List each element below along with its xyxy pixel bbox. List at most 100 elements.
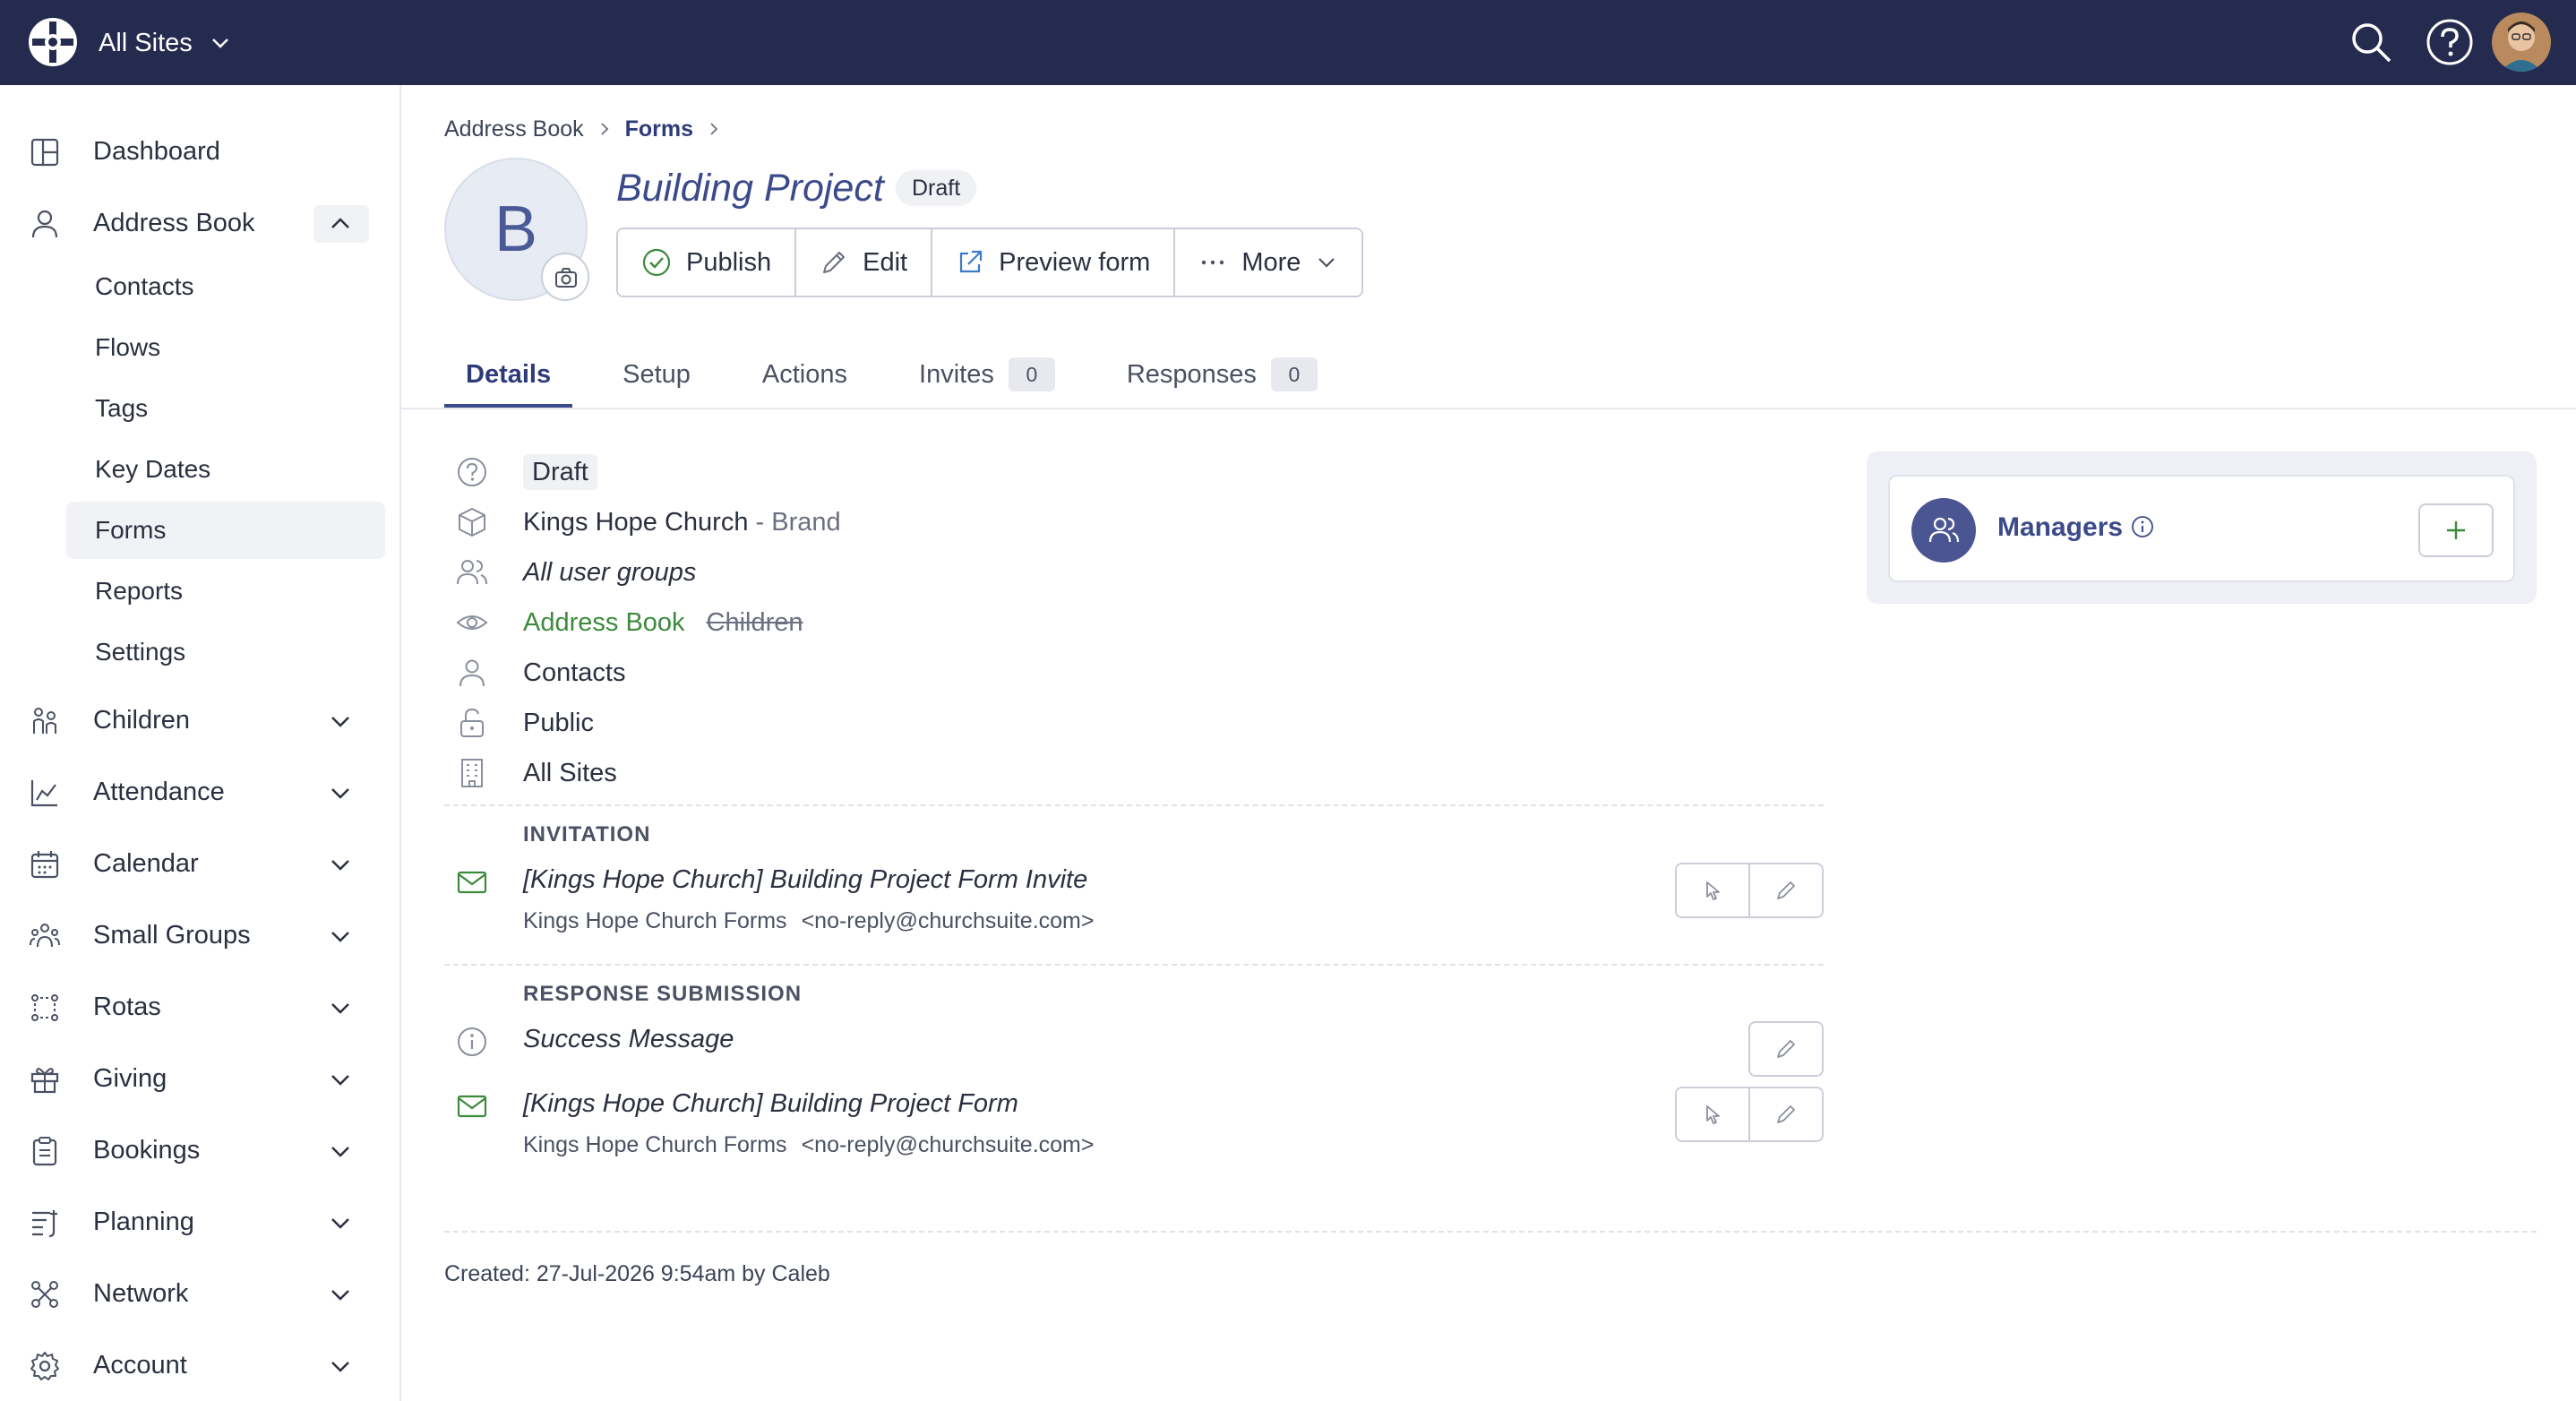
sidebar-subitem-settings[interactable]: Settings bbox=[66, 623, 385, 681]
chevron-right-icon bbox=[601, 123, 608, 135]
breadcrumb-forms[interactable]: Forms bbox=[625, 116, 693, 142]
site-selector[interactable]: All Sites bbox=[99, 22, 232, 64]
sidebar-item-calendar[interactable]: Calendar bbox=[0, 835, 399, 892]
sidebar-item-network[interactable]: Network bbox=[0, 1265, 399, 1322]
success-message-edit-button[interactable] bbox=[1750, 1023, 1822, 1075]
tab-details[interactable]: Details bbox=[444, 340, 573, 408]
tab-actions[interactable]: Actions bbox=[741, 340, 869, 408]
pencil-icon bbox=[1777, 1105, 1795, 1123]
check-circle-icon bbox=[642, 248, 671, 277]
invitation-edit-button[interactable] bbox=[1750, 864, 1822, 916]
user-avatar[interactable] bbox=[2492, 13, 2551, 72]
created-info: Created: 27-Jul-2026 9:54am by Caleb bbox=[444, 1261, 830, 1286]
help-icon[interactable] bbox=[2424, 16, 2476, 68]
sidebar-item-bookings[interactable]: Bookings bbox=[0, 1122, 399, 1179]
sidebar-subitem-forms[interactable]: Forms bbox=[66, 502, 385, 559]
module-value: Contacts bbox=[523, 658, 626, 687]
sidebar-item-children[interactable]: Children bbox=[0, 692, 399, 749]
pencil-icon bbox=[1777, 881, 1795, 899]
chevron-down-icon bbox=[1318, 258, 1335, 268]
publish-button[interactable]: Publish bbox=[618, 229, 797, 296]
chevron-down-icon bbox=[331, 1147, 349, 1157]
pencil-icon bbox=[1777, 1040, 1795, 1058]
unlock-icon bbox=[460, 708, 484, 737]
add-manager-button[interactable] bbox=[2418, 503, 2494, 557]
eye-icon bbox=[456, 615, 488, 630]
sidebar-subitem-reports[interactable]: Reports bbox=[66, 563, 385, 620]
access-value: Public bbox=[523, 709, 594, 737]
response-email-preview-button[interactable] bbox=[1677, 1088, 1750, 1140]
invitation-heading: INVITATION bbox=[523, 822, 651, 847]
tab-count-badge: 0 bbox=[1270, 357, 1318, 391]
response-submission-heading: RESPONSE SUBMISSION bbox=[523, 982, 803, 1006]
sidebar-item-small-groups[interactable]: Small Groups bbox=[0, 907, 399, 964]
envelope-icon bbox=[457, 871, 487, 894]
success-message-actions bbox=[1748, 1021, 1824, 1077]
sidebar-item-planning[interactable]: Planning bbox=[0, 1193, 399, 1251]
tab-bar: Details Setup Actions Invites 0 Responses… bbox=[444, 340, 1368, 408]
top-bar: All Sites bbox=[0, 0, 2576, 85]
change-photo-button[interactable] bbox=[541, 253, 589, 301]
edit-label: Edit bbox=[863, 247, 908, 277]
sidebar-item-attendance[interactable]: Attendance bbox=[0, 763, 399, 821]
sites-value: All Sites bbox=[523, 759, 617, 787]
sidebar-subitem-key-dates[interactable]: Key Dates bbox=[66, 441, 385, 498]
chevron-down-icon bbox=[331, 932, 349, 942]
sidebar-subitem-tags[interactable]: Tags bbox=[66, 380, 385, 437]
tab-label: Invites bbox=[919, 359, 994, 389]
search-icon[interactable] bbox=[2345, 16, 2397, 68]
sidebar-item-giving[interactable]: Giving bbox=[0, 1050, 399, 1107]
sidebar-item-label: Children bbox=[93, 706, 190, 735]
response-email-sender: Kings Hope Church Forms <no-reply@churchs… bbox=[523, 1132, 1094, 1158]
cube-icon bbox=[459, 508, 485, 537]
sidebar-item-label: Network bbox=[93, 1279, 189, 1308]
camera-icon bbox=[555, 268, 577, 288]
invitation-sender: Kings Hope Church Forms <no-reply@churchs… bbox=[523, 908, 1094, 934]
person-icon bbox=[31, 210, 58, 238]
sidebar-item-account[interactable]: Account bbox=[0, 1337, 399, 1394]
building-icon bbox=[461, 759, 483, 787]
chevron-down-icon bbox=[331, 1003, 349, 1014]
cursor-pointer-icon bbox=[1706, 881, 1720, 900]
tab-setup[interactable]: Setup bbox=[601, 340, 712, 408]
churchsuite-logo-icon[interactable] bbox=[27, 16, 79, 68]
dashboard-icon bbox=[30, 138, 59, 167]
info-icon[interactable] bbox=[2130, 514, 2155, 539]
response-email-edit-button[interactable] bbox=[1750, 1088, 1822, 1140]
sidebar-item-rotas[interactable]: Rotas bbox=[0, 978, 399, 1036]
response-from-email: <no-reply@churchsuite.com> bbox=[801, 1132, 1095, 1157]
section-divider bbox=[444, 964, 1824, 966]
chevron-down-icon bbox=[211, 39, 228, 48]
cursor-pointer-icon bbox=[1706, 1105, 1720, 1124]
edit-button[interactable]: Edit bbox=[796, 229, 933, 296]
sidebar-item-address-book[interactable]: Address Book bbox=[0, 194, 399, 252]
sidebar-subitem-flows[interactable]: Flows bbox=[66, 319, 385, 376]
invitation-preview-button[interactable] bbox=[1677, 864, 1750, 916]
sidebar-item-label: Giving bbox=[93, 1064, 167, 1093]
sidebar-item-dashboard[interactable]: Dashboard bbox=[0, 123, 399, 180]
tab-responses[interactable]: Responses 0 bbox=[1105, 340, 1339, 408]
gift-icon bbox=[30, 1068, 59, 1094]
more-label: More bbox=[1241, 247, 1301, 277]
brand-name: Kings Hope Church bbox=[523, 508, 749, 537]
preview-form-button[interactable]: Preview form bbox=[932, 229, 1176, 296]
small-groups-icon bbox=[30, 924, 60, 948]
chevron-down-icon bbox=[331, 860, 349, 871]
chevron-down-icon bbox=[331, 1290, 349, 1301]
more-button[interactable]: More bbox=[1175, 229, 1362, 296]
ellipsis-icon bbox=[1202, 260, 1224, 265]
breadcrumb-address-book[interactable]: Address Book bbox=[444, 116, 584, 142]
tab-invites[interactable]: Invites 0 bbox=[897, 340, 1077, 408]
chevron-down-icon bbox=[331, 1362, 349, 1372]
invitation-from-name: Kings Hope Church Forms bbox=[523, 908, 787, 933]
tab-label: Actions bbox=[761, 359, 848, 389]
gear-icon bbox=[30, 1352, 59, 1380]
success-message: Success Message bbox=[523, 1025, 734, 1053]
publish-label: Publish bbox=[686, 247, 772, 277]
pencil-icon bbox=[823, 252, 846, 273]
users-icon bbox=[457, 560, 487, 585]
sidebar-item-label: Rotas bbox=[93, 993, 161, 1021]
sidebar-subitem-contacts[interactable]: Contacts bbox=[66, 258, 385, 315]
sidebar-item-label: Bookings bbox=[93, 1136, 201, 1165]
attendance-chart-icon bbox=[30, 780, 57, 807]
